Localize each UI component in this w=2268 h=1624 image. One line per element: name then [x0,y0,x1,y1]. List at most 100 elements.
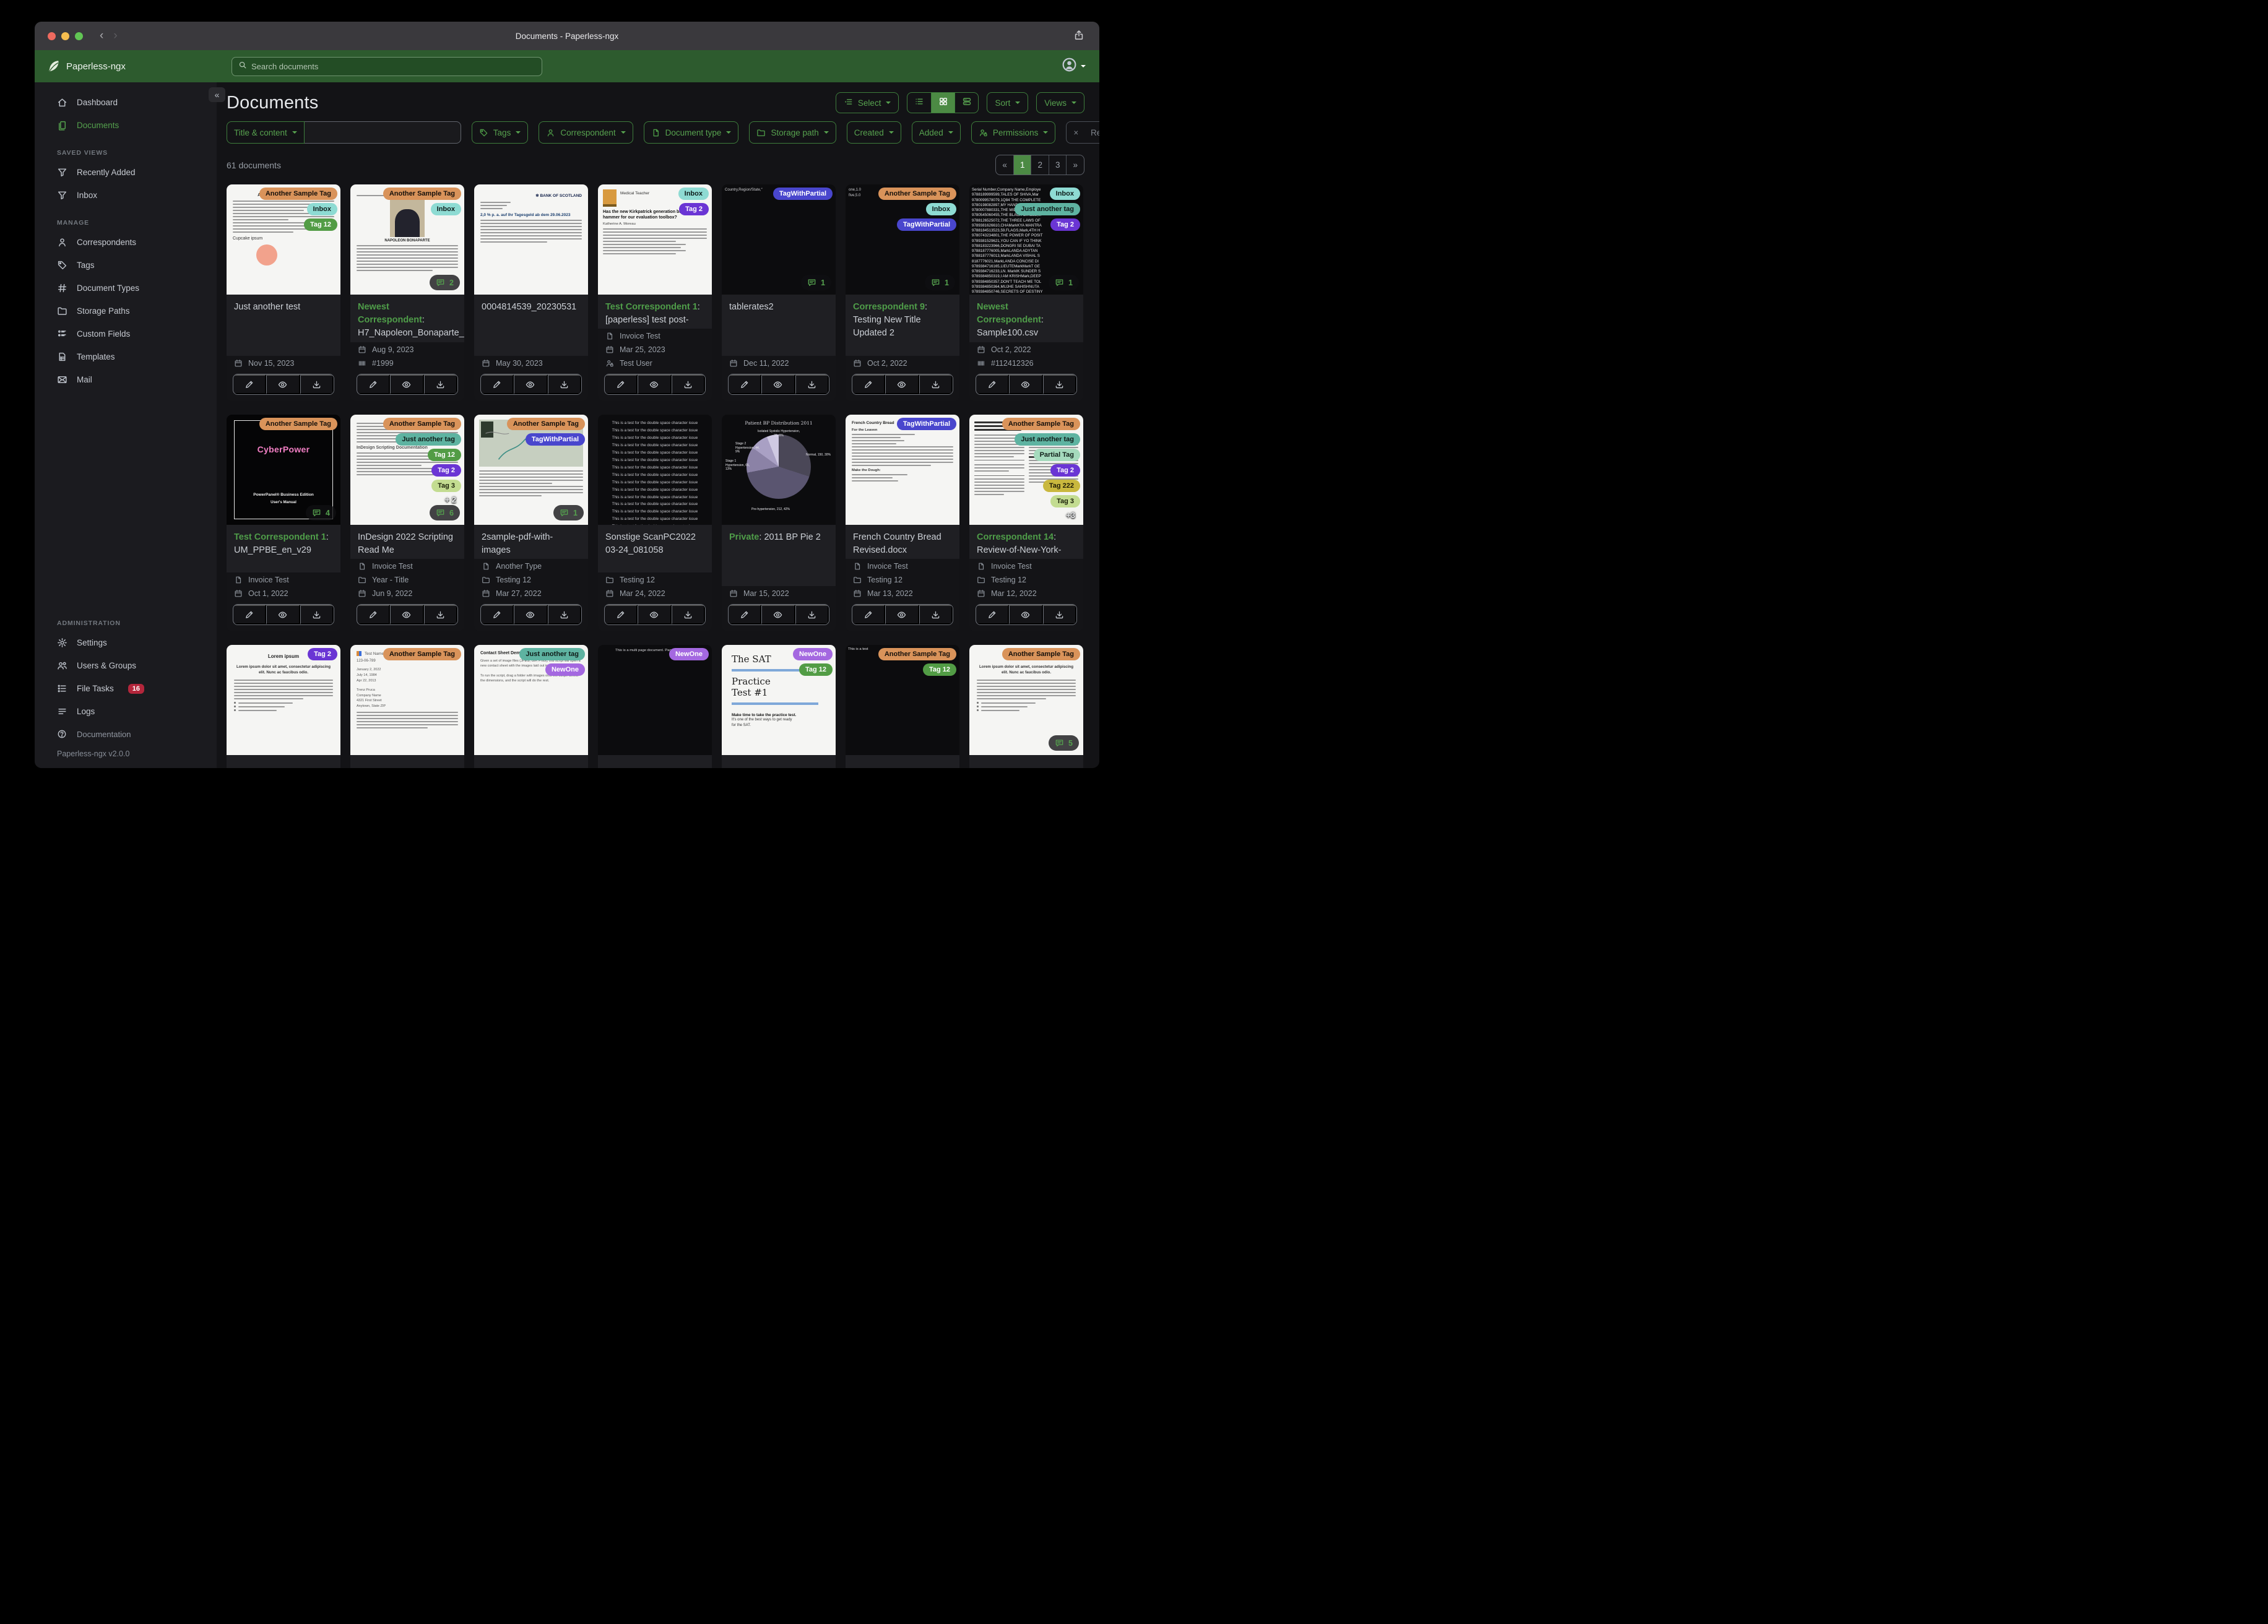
view-list-button[interactable] [907,93,931,113]
document-thumbnail[interactable]: This is a test Another Sample Tag Tag 12 [846,645,959,755]
download-button[interactable] [671,374,705,394]
notes-badge[interactable]: 1 [553,505,584,520]
sidebar-item-users-groups[interactable]: Users & Groups [35,654,217,677]
tag-pill[interactable]: Inbox [430,203,461,215]
tag-pill[interactable]: Another Sample Tag [878,188,956,200]
download-button[interactable] [1042,374,1076,394]
document-title[interactable]: 2sample-pdf-with-images [474,525,588,559]
tag-pill[interactable]: Inbox [678,188,709,200]
document-thumbnail[interactable]: NAPOLEON BONAPARTE Another Sample Tag Inbo… [350,184,464,295]
share-icon[interactable] [1073,30,1084,44]
edit-button[interactable] [976,374,1010,394]
view-button[interactable] [761,605,795,624]
document-thumbnail[interactable]: French Country Bread For the Leaven Make t… [846,415,959,525]
pagination-page-3[interactable]: 3 [1048,155,1067,175]
views-button[interactable]: Views [1036,92,1084,113]
correspondent-link[interactable]: Correspondent 9 [853,302,925,312]
edit-button[interactable] [729,605,762,624]
edit-button[interactable] [605,374,638,394]
sidebar-item-correspondents[interactable]: Correspondents [35,231,217,254]
document-title[interactable] [722,755,836,768]
view-grid-button[interactable] [931,93,955,113]
sidebar-item-settings[interactable]: Settings [35,631,217,654]
edit-button[interactable] [357,605,391,624]
tag-pill[interactable]: Tag 2 [679,203,709,215]
document-title[interactable]: French Country Bread Revised.docx [846,525,959,559]
document-title[interactable]: tablerates2 [722,295,836,356]
tag-pill[interactable]: Tag 222 [1042,480,1080,492]
tag-pill[interactable]: Just another tag [1015,433,1080,446]
tag-pill[interactable]: Tag 12 [799,663,833,676]
user-menu[interactable] [1062,57,1086,76]
edit-button[interactable] [481,374,514,394]
document-thumbnail[interactable]: InDesign Scripting Documentation Another … [350,415,464,525]
edit-button[interactable] [357,374,391,394]
correspondent-link[interactable]: Newest Correspondent [977,302,1041,325]
tag-pill[interactable]: Another Sample Tag [878,648,956,660]
notes-badge[interactable]: 5 [1049,735,1079,751]
edit-button[interactable] [233,605,267,624]
document-title[interactable]: Just another test [227,295,340,356]
document-thumbnail[interactable]: CyberPower PowerPanel® Business Edition Us… [227,415,340,525]
download-button[interactable] [671,605,705,624]
document-thumbnail[interactable]: This is a test for the double space char… [598,415,712,525]
document-title[interactable]: Test Correspondent 1: UM_PPBE_en_v29 [227,525,340,572]
added-filter-button[interactable]: Added [911,121,961,144]
document-thumbnail[interactable]: Adobe Acrobat PDF FilesCupcake ipsumAnot… [227,184,340,295]
document-thumbnail[interactable]: Lorem ipsumLorem ipsum dolor sit amet, c… [969,645,1083,755]
search-input[interactable] [251,61,535,71]
notes-badge[interactable]: 1 [925,275,955,290]
edit-button[interactable] [976,605,1010,624]
document-type-filter-button[interactable]: Document type [643,121,739,144]
document-thumbnail[interactable]: Another Sample Tag Just another tag Partia… [969,415,1083,525]
tag-pill[interactable]: Tag 2 [431,464,461,477]
tag-pill[interactable]: Another Sample Tag [383,648,461,660]
tag-pill[interactable]: NewOne [792,648,833,660]
tag-pill[interactable]: Another Sample Tag [1002,418,1080,430]
sidebar-item-inbox[interactable]: Inbox [35,184,217,207]
document-thumbnail[interactable]: Patient BP Distribution 2011 Isolated Sys… [722,415,836,525]
edit-button[interactable] [605,605,638,624]
document-thumbnail[interactable]: one,1.0 five,5.0 Another Sample Tag Inbox T… [846,184,959,295]
document-title[interactable] [350,755,464,768]
reset-filters-button[interactable]: × Reset filters [1066,121,1099,144]
download-button[interactable] [795,605,829,624]
tag-pill[interactable]: Another Sample Tag [1002,648,1080,660]
sidebar-item-file-tasks[interactable]: File Tasks 16 [35,677,217,700]
tag-pill[interactable]: Inbox [1049,188,1080,200]
notes-badge[interactable]: 4 [306,505,336,520]
pagination-page-1[interactable]: 1 [1013,155,1031,175]
view-button[interactable] [638,374,672,394]
download-button[interactable] [423,374,457,394]
edit-button[interactable] [852,605,886,624]
tag-pill[interactable]: Another Sample Tag [259,418,337,430]
notes-badge[interactable]: 6 [430,505,460,520]
created-filter-button[interactable]: Created [846,121,901,144]
view-detail-button[interactable] [954,93,978,113]
download-button[interactable] [300,605,334,624]
download-button[interactable] [795,374,829,394]
document-title[interactable]: 0004814539_20230531 [474,295,588,356]
tag-pill[interactable]: TagWithPartial [896,218,956,231]
correspondent-link[interactable]: Test Correspondent 1 [234,532,326,542]
sidebar-item-storage-paths[interactable]: Storage Paths [35,300,217,322]
sidebar-item-documents[interactable]: Documents [35,114,217,137]
tag-pill[interactable]: Tag 12 [427,449,461,461]
view-button[interactable] [885,605,919,624]
document-thumbnail[interactable]: Serial Number,Company Name,Employe 978818… [969,184,1083,295]
sidebar-item-document-types[interactable]: Document Types [35,277,217,300]
notes-badge[interactable]: 1 [801,275,831,290]
document-title[interactable] [227,755,340,768]
tag-pill[interactable]: Another Sample Tag [383,418,461,430]
document-title[interactable]: InDesign 2022 Scripting Read Me [350,525,464,559]
view-button[interactable] [266,605,300,624]
document-thumbnail[interactable]: ✻ BANK OF SCOTLAND 2,0 % p. a. auf Ihr Ta… [474,184,588,295]
correspondent-link[interactable]: Private [729,532,759,542]
sidebar-collapse-button[interactable]: « [209,87,225,102]
sidebar-item-documentation[interactable]: Documentation [35,723,217,746]
document-thumbnail[interactable]: Country,Region/State,“ TagWithPartial 1 [722,184,836,295]
download-button[interactable] [919,374,953,394]
view-button[interactable] [514,374,548,394]
tag-pill[interactable]: TagWithPartial [896,418,956,430]
storage-path-filter-button[interactable]: Storage path [749,121,836,144]
